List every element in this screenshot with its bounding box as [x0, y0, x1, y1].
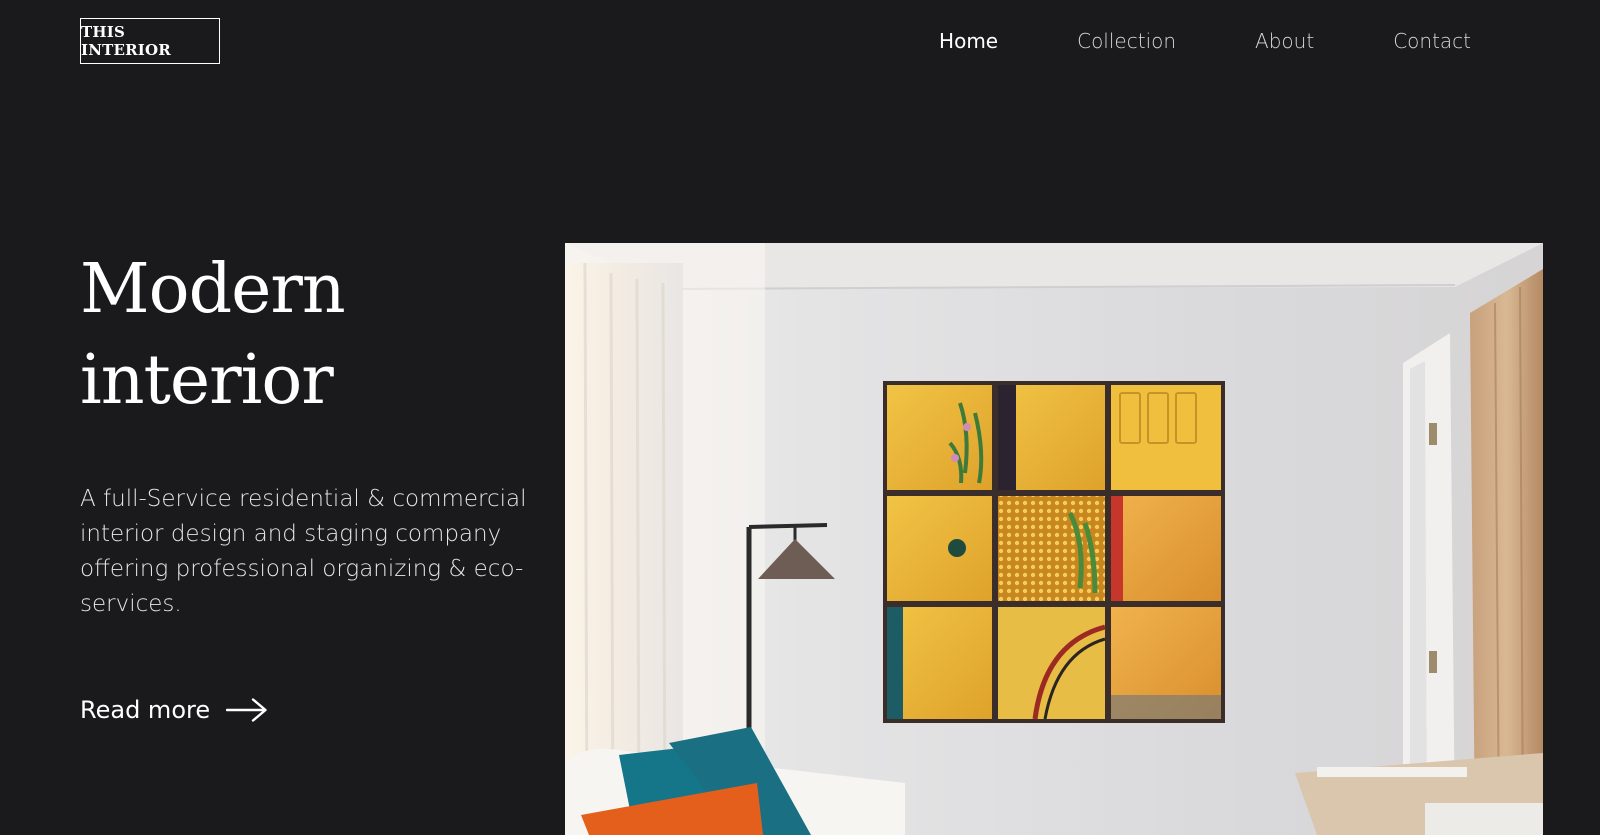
door-frame	[1403, 333, 1455, 835]
hero-title: Modern interior	[80, 244, 346, 426]
sheer-curtain-left	[565, 262, 683, 835]
wall-artwork	[883, 381, 1225, 723]
logo[interactable]: THIS INTERIOR	[80, 18, 220, 64]
site-header: THIS INTERIOR Home Collection About Cont…	[0, 0, 1600, 90]
main-nav: Home Collection About Contact	[939, 26, 1471, 56]
living-room-photo	[565, 243, 1543, 835]
hero-title-line-1: Modern	[80, 250, 346, 329]
nav-home-link[interactable]: Home	[939, 26, 998, 56]
read-more-label: Read more	[80, 696, 211, 724]
nav-about-link[interactable]: About	[1255, 26, 1314, 56]
nav-contact-link[interactable]: Contact	[1393, 26, 1471, 56]
living-room-illustration	[565, 243, 1543, 835]
arrow-right-icon	[226, 698, 267, 722]
hero-title-line-2: interior	[80, 341, 334, 420]
curtain-right	[1470, 269, 1543, 835]
read-more-link[interactable]: Read more	[80, 696, 268, 724]
hero-description: A full-Service residential & commercial …	[80, 486, 527, 617]
nav-collection-link[interactable]: Collection	[1077, 26, 1176, 56]
